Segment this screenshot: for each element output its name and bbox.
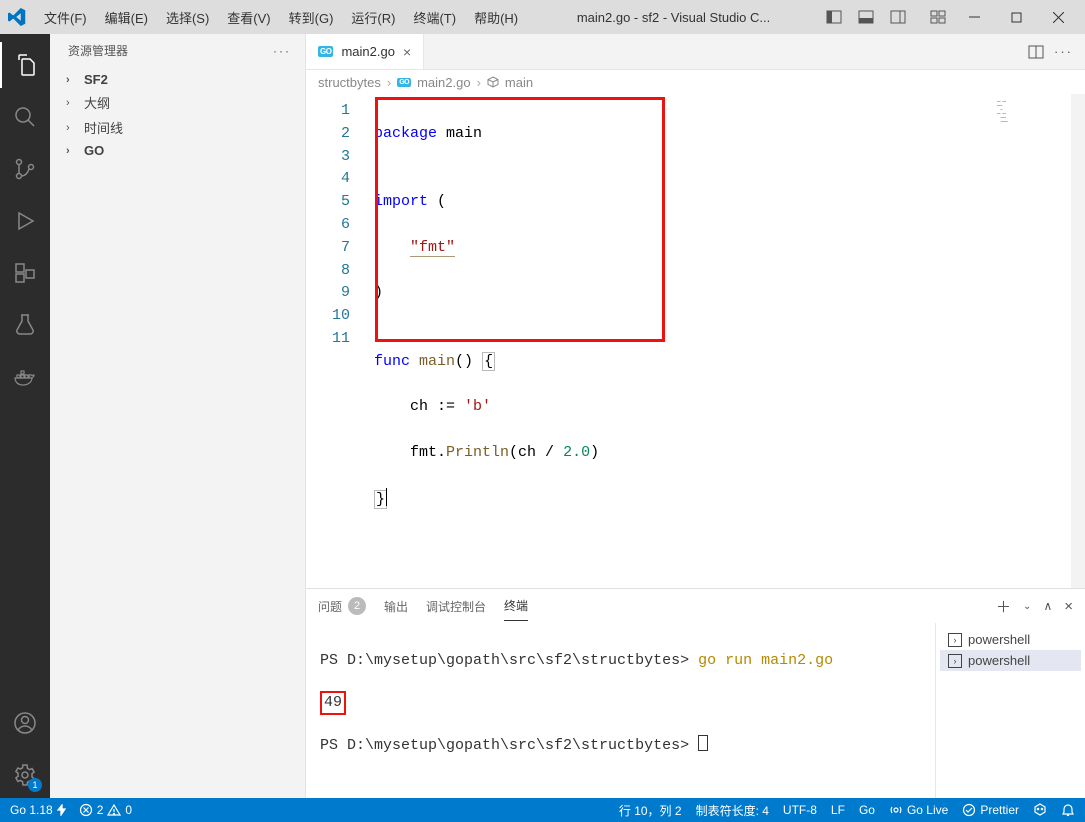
menu-selection[interactable]: 选择(S): [158, 4, 217, 31]
tabs-row: GO main2.go × ···: [306, 34, 1085, 70]
maximize-panel-icon[interactable]: ∧: [1043, 599, 1052, 613]
terminal-list-item[interactable]: ›powershell: [940, 629, 1081, 650]
split-editor-icon[interactable]: [1028, 44, 1044, 60]
maximize-button[interactable]: [995, 2, 1037, 32]
title-bar: 文件(F) 编辑(E) 选择(S) 查看(V) 转到(G) 运行(R) 终端(T…: [0, 0, 1085, 34]
tab-label: main2.go: [341, 44, 394, 59]
tree-item-sf2[interactable]: ›SF2: [50, 69, 305, 90]
gutter: 1234567891011: [306, 94, 364, 588]
status-go-version[interactable]: Go 1.18: [10, 803, 67, 817]
window-controls: [953, 2, 1079, 32]
menu-edit[interactable]: 编辑(E): [97, 4, 156, 31]
tree-item-outline[interactable]: ›大纲: [50, 90, 305, 115]
panel: 问题 2 输出 调试控制台 终端 ＋ ⌄ ∧ × PS D:\mysetup\g…: [306, 588, 1085, 798]
status-ln-col[interactable]: 行 10，列 2: [619, 802, 682, 819]
tree-label: 大纲: [84, 93, 110, 112]
toggle-panel-icon[interactable]: [853, 4, 879, 30]
shell-icon: ›: [948, 633, 962, 647]
terminal-dropdown-icon[interactable]: ⌄: [1023, 601, 1031, 612]
settings-badge: 1: [28, 778, 42, 792]
activity-explorer-icon[interactable]: [0, 42, 50, 88]
sidebar-title: 资源管理器: [68, 42, 128, 59]
editor-more-icon[interactable]: ···: [1054, 44, 1073, 59]
window-title: main2.go - sf2 - Visual Studio C...: [528, 10, 819, 25]
menu-terminal[interactable]: 终端(T): [405, 4, 464, 31]
status-language[interactable]: Go: [859, 803, 875, 817]
go-file-icon: GO: [397, 78, 411, 87]
breadcrumb-folder[interactable]: structbytes: [318, 75, 381, 90]
breadcrumbs[interactable]: structbytes › GO main2.go › main: [306, 70, 1085, 94]
activity-scm-icon[interactable]: [0, 146, 50, 192]
editor-scrollbar[interactable]: [1071, 94, 1085, 588]
shell-icon: ›: [948, 654, 962, 668]
cursor: [386, 488, 387, 506]
panel-tab-problems[interactable]: 问题 2: [318, 591, 366, 621]
terminal-list: ›powershell ›powershell: [935, 623, 1085, 798]
menu-help[interactable]: 帮助(H): [466, 4, 526, 31]
tree-label: 时间线: [84, 118, 123, 137]
editor-group: GO main2.go × ··· structbytes › GO main2…: [306, 34, 1085, 798]
activity-test-icon[interactable]: [0, 302, 50, 348]
status-feedback-icon[interactable]: [1033, 803, 1047, 817]
activity-debug-icon[interactable]: [0, 198, 50, 244]
activity-bar: 1: [0, 34, 50, 798]
minimize-button[interactable]: [953, 2, 995, 32]
terminal-list-item[interactable]: ›powershell: [940, 650, 1081, 671]
close-panel-icon[interactable]: ×: [1064, 598, 1073, 615]
tree-label: SF2: [84, 72, 108, 87]
panel-tab-output[interactable]: 输出: [384, 592, 408, 621]
terminal-cursor: [698, 735, 708, 751]
panel-tab-debug[interactable]: 调试控制台: [426, 592, 486, 621]
menu-view[interactable]: 查看(V): [219, 4, 278, 31]
activity-settings-icon[interactable]: 1: [0, 752, 50, 798]
terminal-output-highlight: 49: [320, 691, 346, 715]
status-go-live[interactable]: Go Live: [889, 803, 948, 817]
menu-file[interactable]: 文件(F): [36, 4, 95, 31]
problems-count: 2: [348, 597, 366, 615]
status-bell-icon[interactable]: [1061, 803, 1075, 817]
toggle-sidebar-icon[interactable]: [821, 4, 847, 30]
activity-extensions-icon[interactable]: [0, 250, 50, 296]
layout-controls: [821, 4, 951, 30]
sidebar-explorer: 资源管理器 ··· ›SF2 ›大纲 ›时间线 ›GO: [50, 34, 306, 798]
breadcrumb-file[interactable]: main2.go: [417, 75, 470, 90]
breadcrumb-symbol[interactable]: main: [505, 75, 533, 90]
status-problems[interactable]: 2 0: [79, 803, 132, 817]
go-file-icon: GO: [318, 46, 333, 57]
toggle-secondary-icon[interactable]: [885, 4, 911, 30]
new-terminal-icon[interactable]: ＋: [996, 596, 1011, 617]
main-area: 1 资源管理器 ··· ›SF2 ›大纲 ›时间线 ›GO GO main2.g…: [0, 34, 1085, 798]
editor[interactable]: 1234567891011 package main import ( "fmt…: [306, 94, 1085, 588]
status-tab-size[interactable]: 制表符长度: 4: [696, 802, 769, 819]
code-area[interactable]: package main import ( "fmt" ) func main(…: [364, 94, 1085, 588]
activity-search-icon[interactable]: [0, 94, 50, 140]
tree-item-timeline[interactable]: ›时间线: [50, 115, 305, 140]
terminal[interactable]: PS D:\mysetup\gopath\src\sf2\structbytes…: [306, 623, 935, 798]
close-button[interactable]: [1037, 2, 1079, 32]
status-bar: Go 1.18 2 0 行 10，列 2 制表符长度: 4 UTF-8 LF G…: [0, 798, 1085, 822]
panel-tabs: 问题 2 输出 调试控制台 终端 ＋ ⌄ ∧ ×: [306, 589, 1085, 623]
tree-label: GO: [84, 143, 104, 158]
menu-run[interactable]: 运行(R): [343, 4, 403, 31]
tree-item-go[interactable]: ›GO: [50, 140, 305, 161]
panel-tab-terminal[interactable]: 终端: [504, 591, 528, 621]
sidebar-more-icon[interactable]: ···: [273, 44, 291, 58]
status-eol[interactable]: LF: [831, 803, 845, 817]
status-prettier[interactable]: Prettier: [962, 803, 1019, 817]
tab-main2-go[interactable]: GO main2.go ×: [306, 34, 424, 69]
activity-docker-icon[interactable]: [0, 354, 50, 400]
symbol-icon: [487, 76, 499, 88]
tab-close-icon[interactable]: ×: [403, 44, 411, 60]
status-encoding[interactable]: UTF-8: [783, 803, 817, 817]
customize-layout-icon[interactable]: [925, 4, 951, 30]
menu-go[interactable]: 转到(G): [281, 4, 342, 31]
activity-account-icon[interactable]: [0, 700, 50, 746]
vscode-logo-icon: [6, 6, 28, 28]
minimap[interactable]: ▬▬ ▬▬▬▬▬ ▬▬▬ ▬▬ ▬▬▬ ▬▬▬▬: [997, 100, 1057, 150]
